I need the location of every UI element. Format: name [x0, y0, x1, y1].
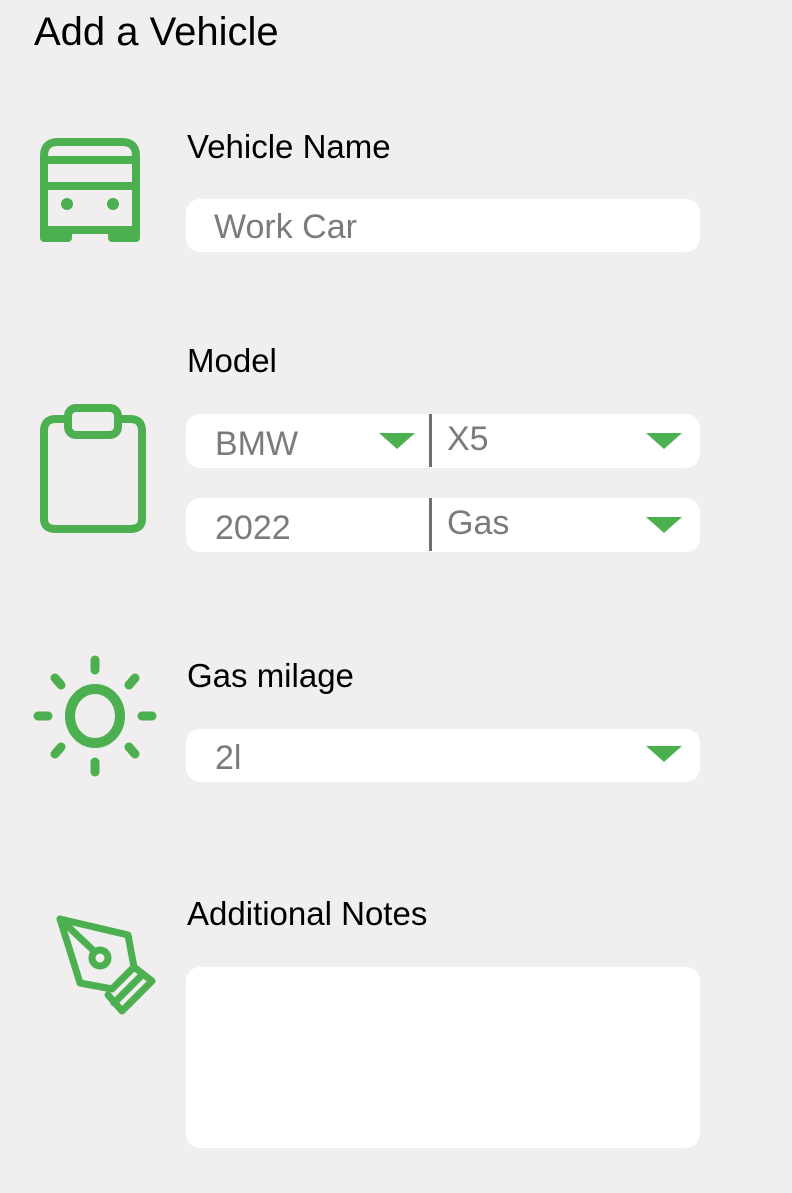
model-dropdown-arrow-icon[interactable] — [646, 433, 682, 449]
gas-mileage-value: 2l — [215, 739, 242, 777]
year-value: 2022 — [215, 509, 291, 547]
model-value: X5 — [447, 420, 489, 458]
pen-icon — [56, 915, 156, 1015]
additional-notes-textarea[interactable] — [186, 967, 700, 1148]
page-title: Add a Vehicle — [34, 10, 279, 54]
vehicle-name-label: Vehicle Name — [187, 128, 391, 165]
gas-mileage-select[interactable]: 2l — [186, 729, 700, 782]
make-model-row: BMW X5 — [186, 414, 700, 468]
year-fuel-row: 2022 Gas — [186, 498, 700, 552]
sun-icon — [33, 655, 157, 777]
make-value: BMW — [215, 425, 299, 463]
gas-mileage-label: Gas milage — [187, 657, 354, 694]
year-input[interactable]: 2022 — [186, 498, 430, 552]
clipboard-icon — [40, 404, 146, 533]
fuel-dropdown-arrow-icon[interactable] — [646, 517, 682, 533]
vehicle-name-value: Work Car — [214, 208, 357, 246]
make-select[interactable]: BMW — [186, 414, 430, 468]
fuel-select[interactable]: Gas — [432, 498, 700, 552]
make-dropdown-arrow-icon[interactable] — [379, 433, 415, 449]
vehicle-name-input[interactable]: Work Car — [186, 199, 700, 252]
fuel-value: Gas — [447, 504, 510, 542]
model-label: Model — [187, 342, 277, 379]
additional-notes-label: Additional Notes — [187, 895, 428, 932]
bus-icon — [40, 138, 140, 242]
model-select[interactable]: X5 — [432, 414, 700, 468]
gas-mileage-dropdown-arrow-icon[interactable] — [646, 746, 682, 762]
